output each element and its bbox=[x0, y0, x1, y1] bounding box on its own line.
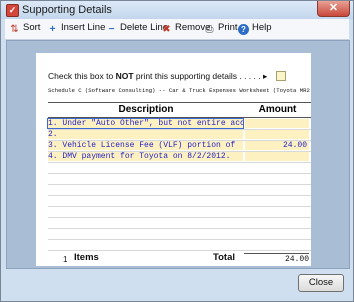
description-cell[interactable] bbox=[48, 185, 243, 194]
description-cell[interactable] bbox=[48, 218, 243, 227]
remove-x-icon: ✖ bbox=[162, 24, 171, 35]
amount-cell[interactable]: 24.00 bbox=[245, 141, 309, 150]
table-row bbox=[48, 196, 311, 207]
description-cell[interactable] bbox=[48, 207, 243, 216]
worksheet-page: Check this box to NOT print this support… bbox=[36, 53, 311, 266]
amount-cell[interactable] bbox=[245, 196, 309, 205]
amount-cell[interactable] bbox=[245, 130, 309, 139]
help-question-icon: ? bbox=[238, 24, 249, 35]
close-button[interactable]: Close bbox=[298, 274, 344, 292]
table-row bbox=[48, 207, 311, 218]
item-count: 1 bbox=[63, 255, 68, 264]
schedule-title: Schedule C (Software Consulting) -- Car … bbox=[48, 87, 310, 94]
amount-header: Amount bbox=[244, 102, 311, 118]
table-row bbox=[48, 218, 311, 229]
table-row bbox=[48, 174, 311, 185]
supporting-details-window: ✓ Supporting Details ✕ ⇅ Sort + Insert Lin… bbox=[0, 0, 354, 302]
check-mark-icon: ✓ bbox=[6, 4, 19, 17]
remove-button[interactable]: ✖ Remove bbox=[161, 22, 210, 37]
description-cell[interactable] bbox=[48, 240, 243, 249]
delete-line-button[interactable]: − Delete Line bbox=[106, 22, 168, 37]
sort-az-icon: ⇅ bbox=[10, 24, 19, 35]
no-print-checkbox[interactable] bbox=[276, 71, 286, 81]
detail-rows: 1. Under "Auto Other", but not entire ac… bbox=[47, 118, 311, 251]
amount-cell[interactable] bbox=[245, 152, 309, 161]
table-row bbox=[48, 185, 311, 196]
printer-icon: ⎙ bbox=[205, 24, 214, 35]
help-button[interactable]: ? Help bbox=[238, 22, 272, 37]
table-row bbox=[48, 240, 311, 251]
items-label: Items bbox=[74, 252, 99, 263]
description-cell[interactable]: 4. DMV payment for Toyota on 8/2/2012. bbox=[48, 152, 243, 161]
insert-line-icon: + bbox=[49, 24, 56, 35]
no-print-label: Check this box to NOT print this support… bbox=[48, 71, 268, 81]
description-cell[interactable]: 3. Vehicle License Fee (VLF) portion of bbox=[48, 141, 243, 150]
description-cell[interactable] bbox=[48, 163, 243, 172]
table-row: 2. bbox=[48, 130, 311, 141]
amount-cell[interactable] bbox=[245, 207, 309, 216]
document-panel: Check this box to NOT print this support… bbox=[6, 40, 350, 269]
amount-cell[interactable] bbox=[245, 174, 309, 183]
amount-cell[interactable] bbox=[245, 163, 309, 172]
description-cell[interactable]: 1. Under "Auto Other", but not entire ac… bbox=[47, 118, 244, 129]
table-row bbox=[48, 163, 311, 174]
description-cell[interactable] bbox=[48, 174, 243, 183]
amount-cell[interactable] bbox=[245, 119, 309, 128]
amount-cell[interactable] bbox=[245, 229, 309, 238]
window-title: Supporting Details bbox=[22, 4, 112, 16]
delete-line-icon: − bbox=[108, 24, 115, 35]
amount-cell[interactable] bbox=[245, 218, 309, 227]
close-window-button[interactable]: ✕ bbox=[317, 1, 350, 17]
title-bar[interactable]: ✓ Supporting Details ✕ bbox=[1, 1, 353, 19]
insert-line-button[interactable]: + Insert Line bbox=[47, 22, 106, 37]
table-row bbox=[48, 229, 311, 240]
table-row: 3. Vehicle License Fee (VLF) portion of 2… bbox=[48, 141, 311, 152]
description-cell[interactable] bbox=[48, 196, 243, 205]
table-row: 4. DMV payment for Toyota on 8/2/2012. bbox=[48, 152, 311, 163]
description-cell[interactable] bbox=[48, 229, 243, 238]
total-amount: 24.00 bbox=[244, 253, 309, 264]
amount-cell[interactable] bbox=[245, 240, 309, 249]
amount-cell[interactable] bbox=[245, 185, 309, 194]
table-row: 1. Under "Auto Other", but not entire ac… bbox=[47, 118, 311, 130]
print-button[interactable]: ⎙ Print bbox=[204, 22, 238, 37]
description-header: Description bbox=[48, 102, 244, 118]
sort-button[interactable]: ⇅ Sort bbox=[9, 22, 40, 37]
description-cell[interactable]: 2. bbox=[48, 130, 243, 139]
total-label: Total bbox=[213, 252, 235, 263]
toolbar: ⇅ Sort + Insert Line − Delete Line ✖ Remove … bbox=[5, 19, 349, 40]
